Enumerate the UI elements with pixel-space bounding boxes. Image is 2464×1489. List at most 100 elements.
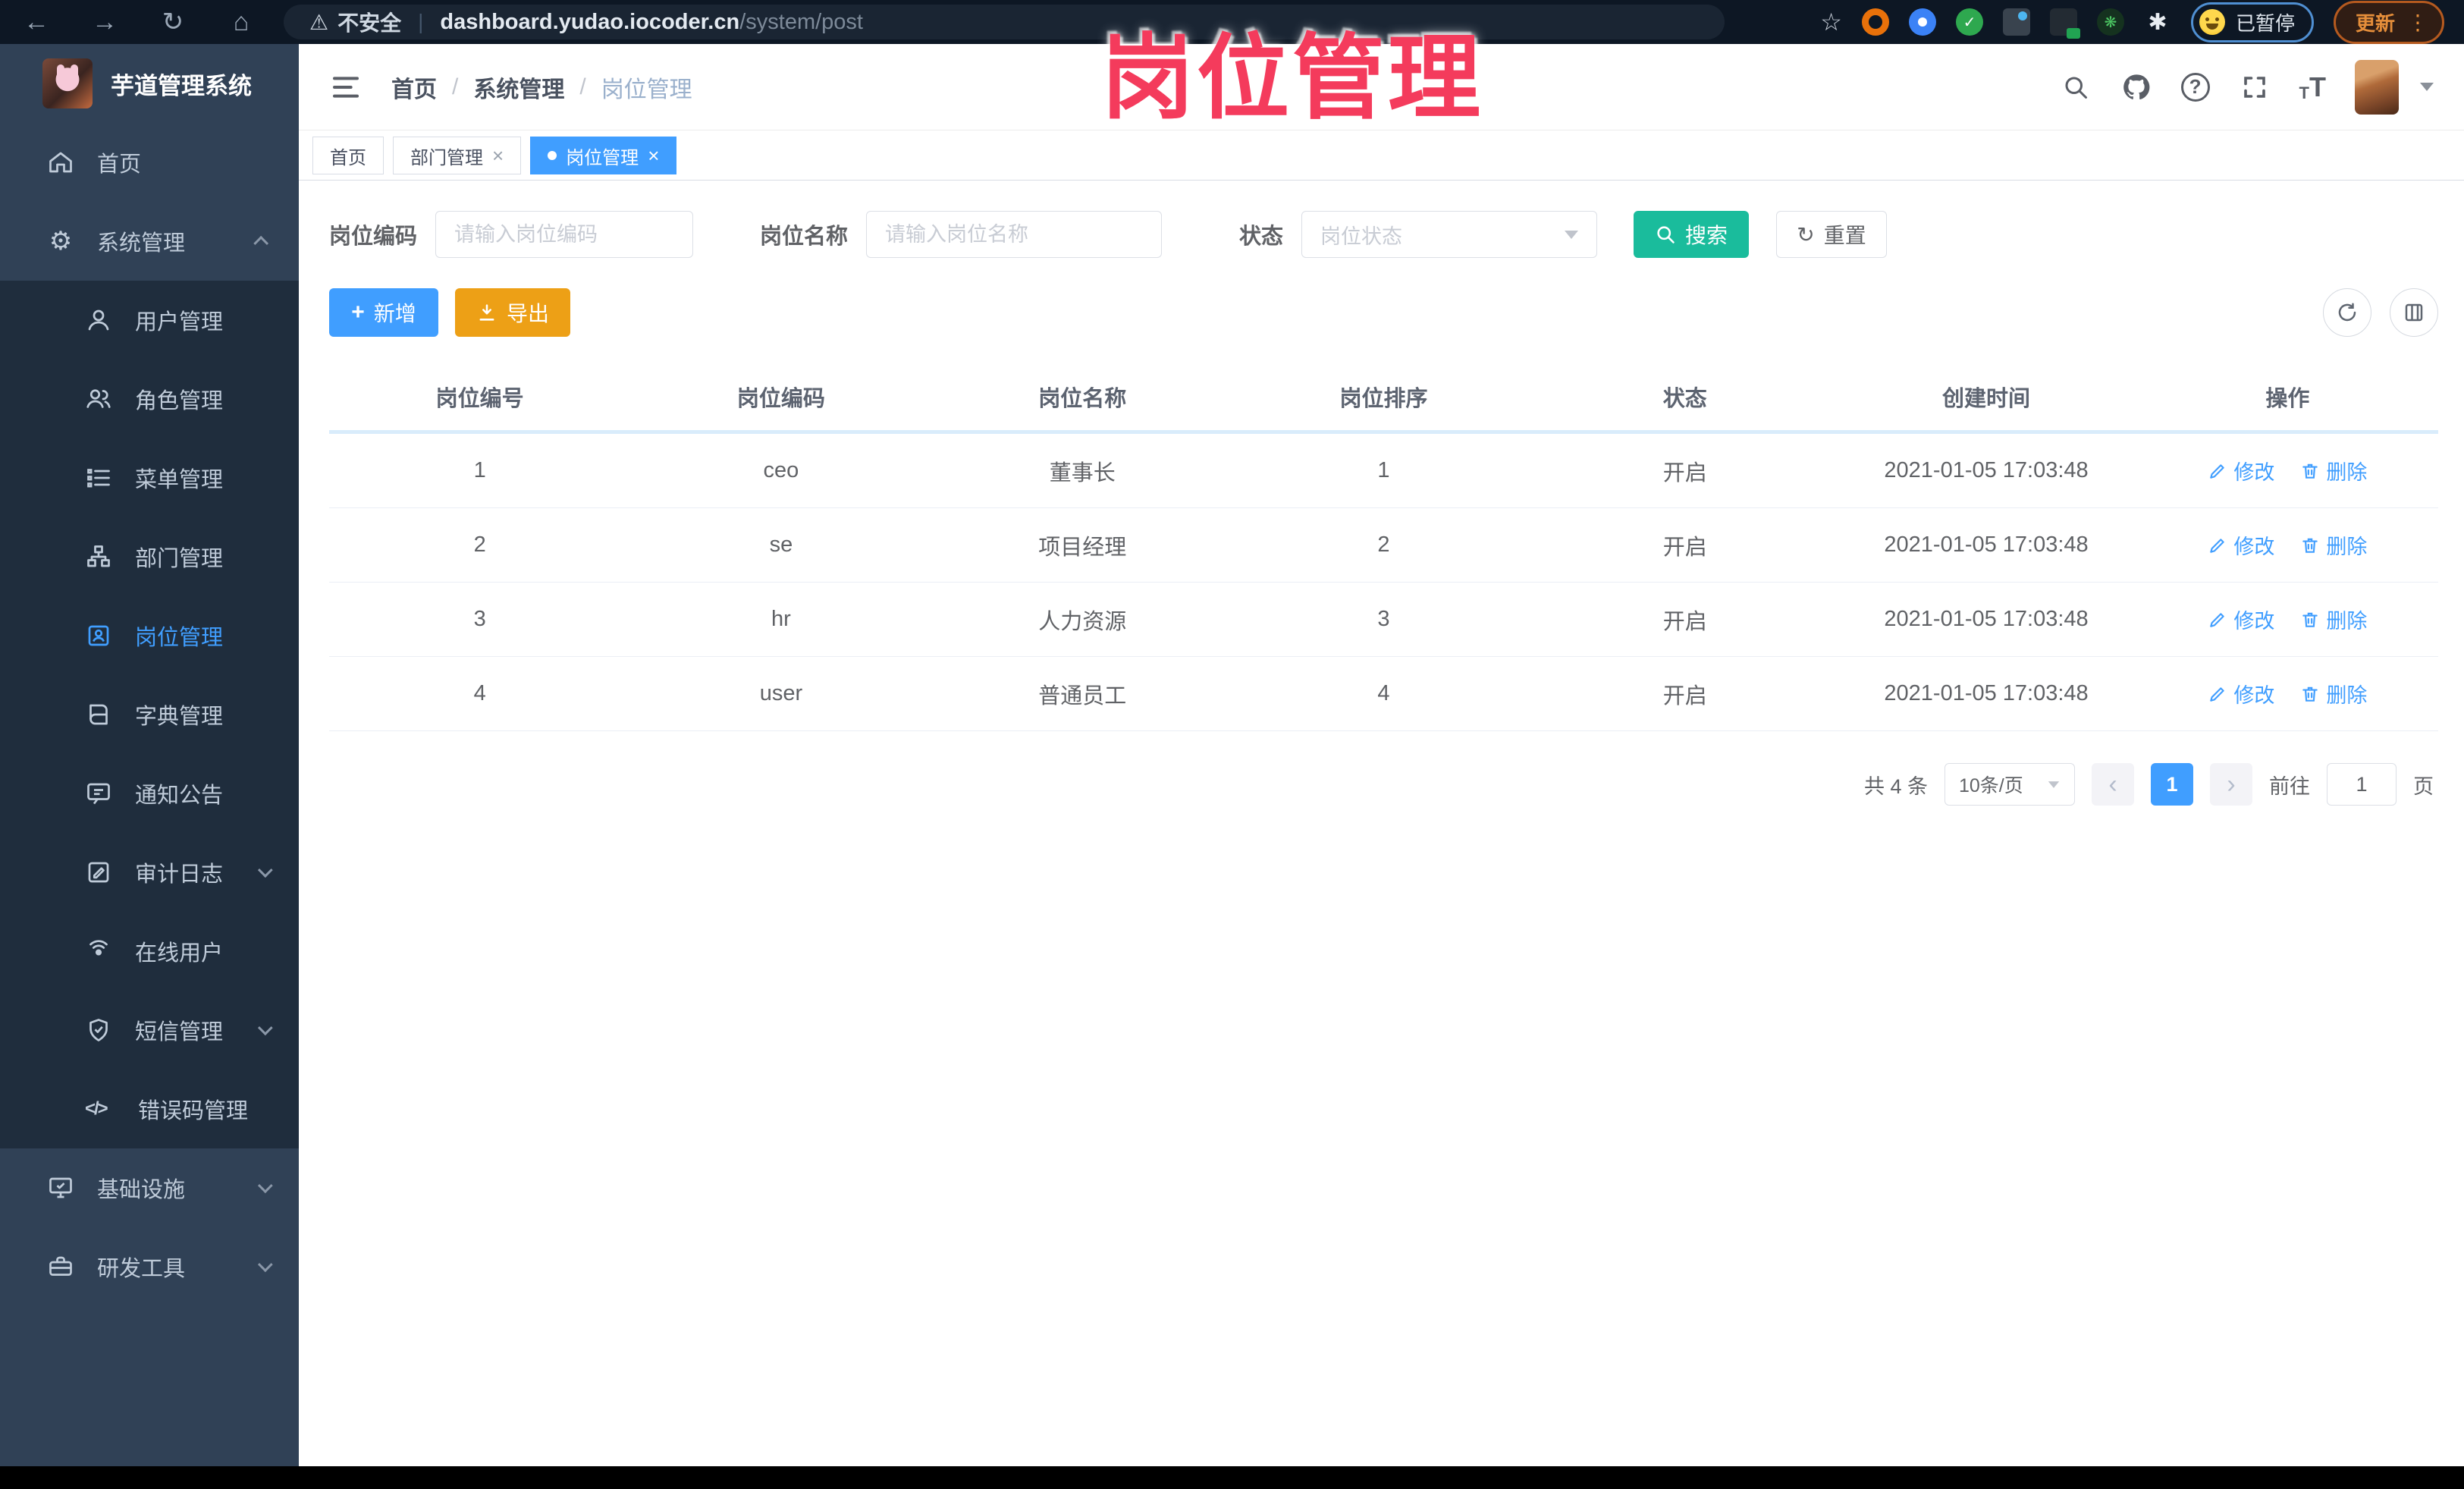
close-icon[interactable]: ×: [648, 144, 659, 168]
caret-down-icon: [1565, 230, 1579, 239]
bottom-strip: [0, 1466, 2464, 1489]
add-button[interactable]: + 新增: [329, 288, 438, 337]
sidebar-item-online-users[interactable]: 在线用户: [0, 912, 299, 991]
collapse-sidebar-icon[interactable]: [329, 72, 363, 102]
post-name-input[interactable]: [866, 211, 1163, 258]
delete-link[interactable]: 删除: [2300, 456, 2367, 485]
breadcrumb-home[interactable]: 首页: [391, 71, 437, 104]
sidebar-item-posts[interactable]: 岗位管理: [0, 596, 299, 675]
page-1-button[interactable]: 1: [2151, 763, 2193, 806]
sidebar-item-system[interactable]: ⚙ 系统管理: [0, 202, 299, 281]
column-settings-button[interactable]: [2390, 288, 2438, 337]
cell-status: 开启: [1662, 609, 1707, 634]
sidebar-item-infrastructure[interactable]: 基础设施: [0, 1148, 299, 1227]
tab-label: 部门管理: [410, 147, 483, 168]
kebab-menu-icon[interactable]: ⋮: [2407, 10, 2428, 35]
delete-link[interactable]: 删除: [2300, 679, 2367, 708]
forward-icon[interactable]: →: [88, 8, 121, 37]
address-bar[interactable]: ⚠ 不安全 | dashboard.yudao.iocoder.cn /syst…: [284, 5, 1725, 39]
column-header: 操作: [2265, 386, 2310, 411]
sidebar-item-announcements[interactable]: 通知公告: [0, 754, 299, 833]
browser-profile-chip[interactable]: 已暂停: [2190, 2, 2314, 42]
post-badge-icon: [88, 625, 109, 646]
back-icon[interactable]: ←: [20, 8, 53, 37]
post-code-label: 岗位编码: [329, 225, 418, 249]
edit-link[interactable]: 修改: [2208, 605, 2274, 634]
extension-sprout-icon[interactable]: ❋: [2096, 8, 2124, 36]
bookmark-star-icon[interactable]: ☆: [1820, 8, 1842, 36]
column-header: 状态: [1662, 386, 1707, 411]
page-size-select[interactable]: 10条/页: [1945, 763, 2075, 806]
caret-down-icon[interactable]: [2420, 83, 2434, 91]
roles-icon: [86, 389, 111, 408]
sidebar-item-label: 用户管理: [135, 310, 224, 335]
reset-button[interactable]: ↻ 重置: [1776, 211, 1888, 258]
sidebar-item-menus[interactable]: 菜单管理: [0, 438, 299, 517]
table-row: 4 user 普通员工 4 开启 2021-01-05 17:03:48 修改 …: [329, 657, 2438, 731]
browser-update-button[interactable]: 更新 ⋮: [2333, 0, 2444, 44]
refresh-table-button[interactable]: [2323, 288, 2371, 337]
edit-link[interactable]: 修改: [2208, 456, 2274, 485]
pagination: 共 4 条 10条/页 ‹ 1 › 前往 页: [329, 763, 2438, 806]
sidebar-item-sms[interactable]: 短信管理: [0, 991, 299, 1070]
pencil-icon: [2210, 538, 2225, 553]
cell-created: 2021-01-05 17:03:48: [1884, 681, 2089, 705]
user-icon: [88, 309, 109, 331]
search-icon[interactable]: [2060, 71, 2092, 103]
tab-home[interactable]: 首页: [312, 137, 384, 174]
prev-page-button[interactable]: ‹: [2092, 763, 2134, 806]
help-icon[interactable]: ?: [2180, 72, 2210, 102]
app-logo: [42, 58, 93, 108]
sidebar-item-users[interactable]: 用户管理: [0, 281, 299, 360]
cell-name: 普通员工: [1038, 683, 1127, 708]
avatar[interactable]: [2355, 59, 2399, 115]
sidebar-item-label: 在线用户: [135, 941, 224, 966]
column-header: 岗位名称: [1038, 386, 1127, 411]
extension-rows-icon[interactable]: [2049, 8, 2080, 39]
post-code-input[interactable]: [435, 211, 694, 258]
sidebar-submenu-system: 用户管理 角色管理 菜单管理 部门管理 岗位管理 字典管理 通知公告 审计日志 …: [0, 281, 299, 1148]
reload-icon[interactable]: ↻: [156, 7, 190, 37]
sidebar-item-error-codes[interactable]: </> 错误码管理: [0, 1070, 299, 1148]
extensions-puzzle-icon[interactable]: ✱: [2144, 8, 2171, 36]
sidebar-item-home[interactable]: 首页: [0, 123, 299, 202]
cell-created: 2021-01-05 17:03:48: [1884, 532, 2089, 557]
extension-sliders-icon[interactable]: [2002, 8, 2030, 36]
header-actions: ? TT: [2060, 59, 2434, 115]
extension-ring-icon[interactable]: [1861, 8, 1889, 36]
url-path: /system/post: [739, 9, 863, 34]
home-icon[interactable]: ⌂: [224, 8, 258, 37]
extension-pin-icon[interactable]: [1908, 8, 1936, 36]
extension-check-icon[interactable]: ✓: [1955, 8, 1983, 36]
search-button[interactable]: 搜索: [1634, 211, 1750, 258]
delete-link[interactable]: 删除: [2300, 530, 2367, 560]
sidebar-item-audit-log[interactable]: 审计日志: [0, 833, 299, 912]
sidebar-item-label: 部门管理: [135, 547, 224, 571]
edit-link[interactable]: 修改: [2208, 530, 2274, 560]
delete-link[interactable]: 删除: [2300, 605, 2367, 634]
export-button[interactable]: 导出: [455, 288, 570, 337]
sidebar-item-label: 字典管理: [135, 705, 224, 729]
security-label[interactable]: 不安全: [337, 7, 401, 37]
tab-departments[interactable]: 部门管理 ×: [393, 137, 522, 174]
sidebar-item-dev-tools[interactable]: 研发工具: [0, 1227, 299, 1306]
edit-link[interactable]: 修改: [2208, 679, 2274, 708]
font-size-icon[interactable]: TT: [2299, 71, 2326, 103]
dictionary-icon: [89, 704, 108, 725]
status-select[interactable]: 岗位状态: [1301, 211, 1598, 258]
tab-posts[interactable]: 岗位管理 ×: [530, 137, 677, 174]
fullscreen-icon[interactable]: [2239, 71, 2271, 103]
table-row: 1 ceo 董事长 1 开启 2021-01-05 17:03:48 修改 删除: [329, 434, 2438, 508]
cell-id: 1: [473, 458, 486, 482]
sidebar-item-roles[interactable]: 角色管理: [0, 360, 299, 438]
table-tools: [2323, 288, 2438, 337]
breadcrumb-system[interactable]: 系统管理: [473, 71, 564, 104]
sidebar-item-departments[interactable]: 部门管理: [0, 517, 299, 596]
trash-icon: [2302, 686, 2318, 702]
github-icon[interactable]: [2120, 71, 2152, 103]
cell-id: 4: [473, 681, 486, 705]
sidebar-item-dictionary[interactable]: 字典管理: [0, 675, 299, 754]
goto-page-input[interactable]: [2327, 763, 2397, 806]
close-icon[interactable]: ×: [492, 144, 504, 168]
next-page-button[interactable]: ›: [2210, 763, 2252, 806]
